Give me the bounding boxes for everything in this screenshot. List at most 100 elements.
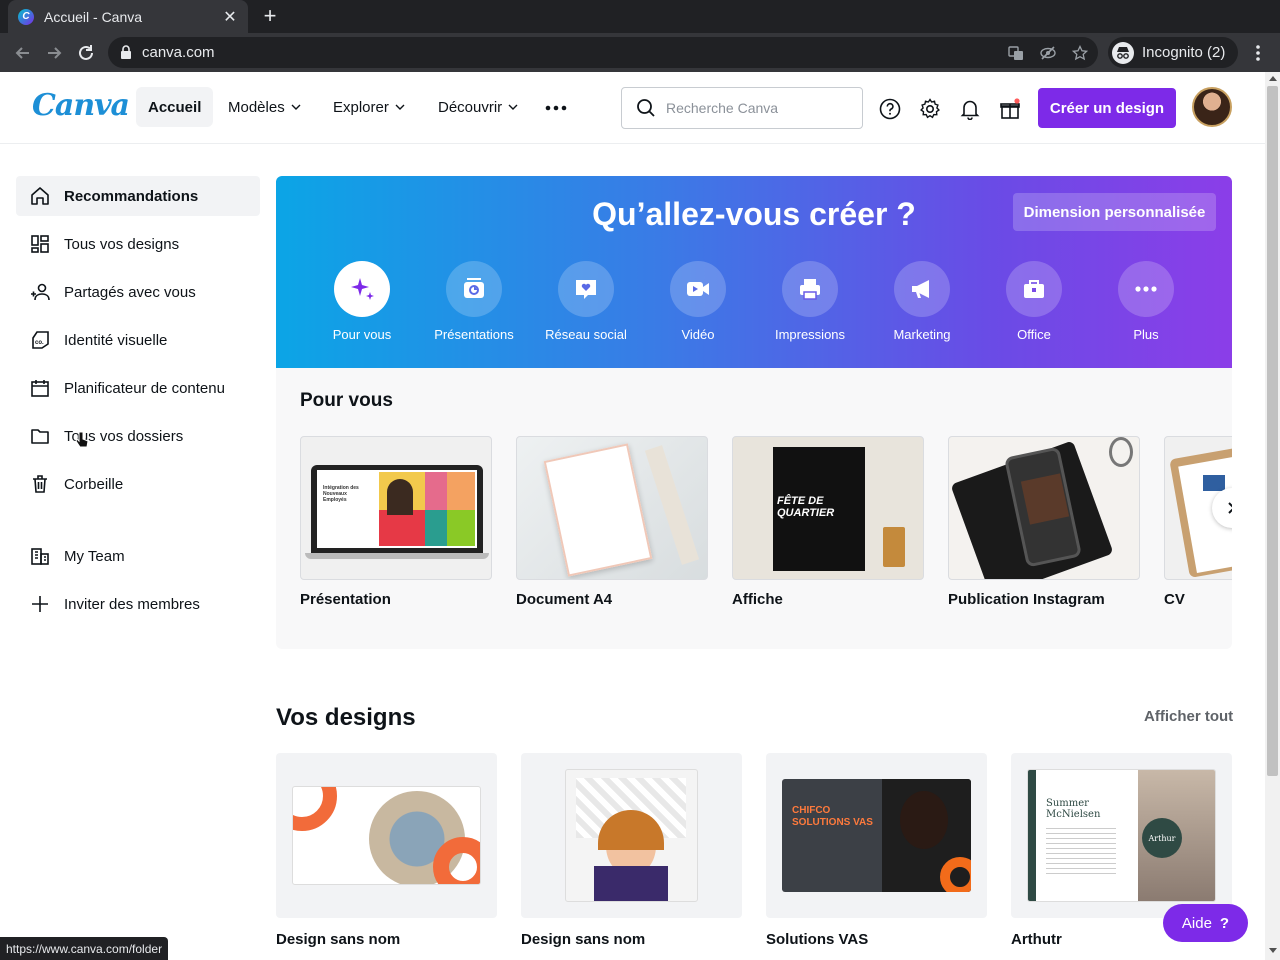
sidebar-item-planificateur[interactable]: Planificateur de contenu [16,368,260,408]
calendar-icon [31,380,49,397]
sidebar-item-label: My Team [64,547,125,565]
design-thumbnail [276,753,497,918]
canva-header: Canva Accueil Modèles Explorer Découvrir… [0,72,1265,144]
status-bar-url: https://www.canva.com/folder [0,937,169,960]
category-label: Marketing [893,327,951,342]
nav-label: Modèles [228,98,285,116]
category-presentations[interactable]: Présentations [418,261,530,342]
search-input[interactable] [666,100,846,116]
template-card-instagram[interactable]: Publication Instagram [948,436,1140,608]
sparkle-icon [351,278,374,300]
category-video[interactable]: Vidéo [642,261,754,342]
template-card-document-a4[interactable]: Document A4 [516,436,708,608]
trash-icon [33,475,47,493]
home-icon [31,187,49,205]
category-impressions[interactable]: Impressions [754,261,866,342]
category-plus[interactable]: Plus [1090,261,1202,342]
design-thumbnail: CHIFCO SOLUTIONS VAS [766,753,987,918]
canva-logo[interactable]: Canva [32,88,130,123]
reload-icon[interactable] [75,42,97,64]
custom-size-button[interactable]: Dimension personnalisée [1013,193,1216,231]
nav-explorer[interactable]: Explorer [333,87,405,127]
url-text: canva.com [142,44,215,61]
template-thumbnail [948,436,1140,580]
thumb-text: Summer McNielsen [1046,798,1101,820]
category-label: Pour vous [332,327,392,342]
design-card[interactable]: CHIFCO SOLUTIONS VAS Solutions VAS [766,753,987,948]
template-card-presentation[interactable]: Intégration des Nouveaux Employés Présen… [300,436,492,608]
chevron-down-icon [291,104,301,110]
eye-off-icon[interactable] [1040,45,1056,61]
translate-icon[interactable] [1008,45,1024,61]
category-office[interactable]: Office [978,261,1090,342]
browser-tab[interactable]: C Accueil - Canva ✕ [8,0,248,33]
nav-modeles[interactable]: Modèles [228,87,301,127]
design-card[interactable]: Design sans nom [276,753,497,948]
category-pour-vous[interactable]: Pour vous [306,261,418,342]
sidebar-item-inviter[interactable]: Inviter des membres [16,584,260,624]
incognito-indicator[interactable]: Incognito (2) [1108,37,1238,68]
search-box[interactable] [621,87,863,129]
sidebar-item-identite[interactable]: co. Identité visuelle [16,320,260,360]
gift-icon[interactable] [999,98,1021,120]
create-design-button[interactable]: Créer un design [1038,88,1176,128]
category-label: Présentations [434,327,514,342]
nav-label: Accueil [148,98,202,116]
template-name: Document A4 [516,591,613,608]
template-name: Affiche [732,591,783,608]
sidebar-item-dossiers[interactable]: Tous vos dossiers [16,416,260,456]
more-icon[interactable] [545,105,567,111]
thumb-text: Intégration des Nouveaux Employés [323,485,359,503]
bell-icon[interactable] [959,98,981,120]
category-circle [334,261,390,317]
template-thumbnail: FÊTE DE QUARTIER [732,436,924,580]
scroll-up-icon[interactable] [1269,76,1277,81]
star-icon[interactable] [1072,45,1088,61]
user-avatar[interactable] [1192,87,1232,127]
tab-close-icon[interactable]: ✕ [222,7,238,27]
new-tab-icon[interactable]: + [258,4,282,28]
more-icon [1135,286,1157,292]
template-card-affiche[interactable]: FÊTE DE QUARTIER Affiche [732,436,924,608]
tab-title: Accueil - Canva [44,8,143,25]
sidebar-item-tous-vos-designs[interactable]: Tous vos designs [16,224,260,264]
gear-icon[interactable] [919,98,941,120]
address-bar[interactable]: canva.com [108,37,1098,68]
sidebar-item-label: Corbeille [64,475,124,493]
category-label: Plus [1133,327,1159,342]
presentation-icon [464,278,484,298]
nav-decouvrir[interactable]: Découvrir [438,87,518,127]
incognito-label: Incognito (2) [1142,44,1226,61]
browser-menu-icon[interactable] [1250,43,1266,63]
design-name: Design sans nom [521,931,646,948]
category-marketing[interactable]: Marketing [866,261,978,342]
briefcase-icon [1024,280,1044,298]
folder-icon [31,429,49,444]
sidebar-item-my-team[interactable]: My Team [16,536,260,576]
help-label: Aide [1181,914,1212,932]
nav-accueil[interactable]: Accueil [136,87,214,127]
sidebar-item-corbeille[interactable]: Corbeille [16,464,260,504]
design-card[interactable]: Design sans nom [521,753,742,948]
brand-icon: co. [32,331,49,349]
forward-arrow-icon[interactable] [43,42,65,64]
template-name: CV [1164,591,1185,608]
sidebar-item-label: Inviter des membres [64,595,200,613]
pour-vous-section: Pour vous Intégration des Nouveaux Emplo… [276,368,1232,649]
page-scrollbar[interactable] [1265,72,1280,960]
category-reseau-social[interactable]: Réseau social [530,261,642,342]
lock-icon [121,45,131,59]
help-circle-icon[interactable] [879,98,901,120]
category-circle [1118,261,1174,317]
sidebar-item-recommandations[interactable]: Recommandations [16,176,260,216]
canva-favicon-icon: C [18,8,34,25]
back-arrow-icon[interactable] [12,42,34,64]
scroll-down-icon[interactable] [1269,948,1277,953]
category-label: Impressions [774,327,846,342]
scroll-thumb[interactable] [1267,86,1278,776]
see-all-link[interactable]: Afficher tout [1144,708,1233,725]
design-thumbnail: Summer McNielsen Arthur [1011,753,1232,918]
help-button[interactable]: Aide ? [1163,904,1248,942]
sidebar-item-partages[interactable]: Partagés avec vous [16,272,260,312]
video-icon [687,282,709,296]
